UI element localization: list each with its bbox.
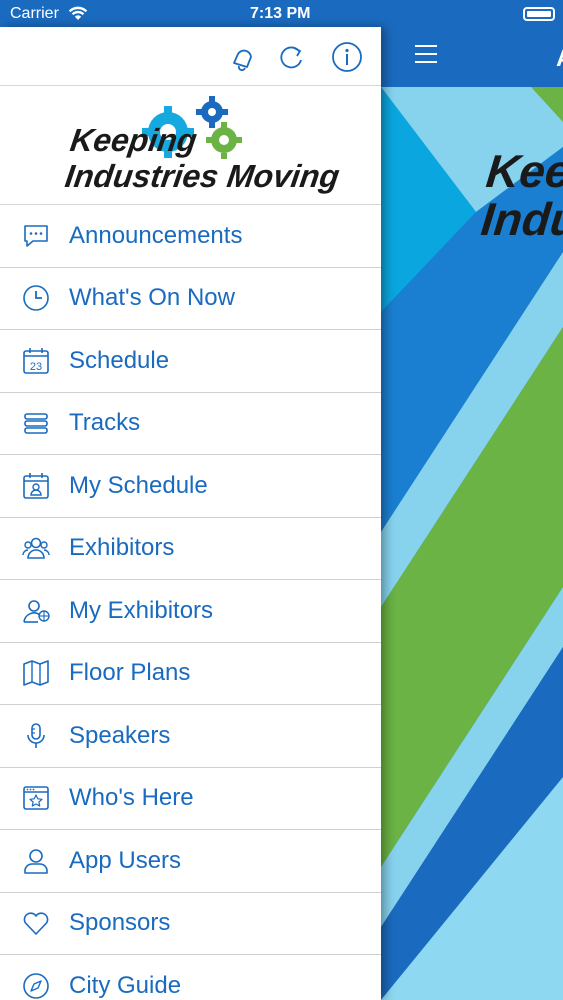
status-bar: Carrier 7:13 PM	[0, 0, 563, 27]
menu-item-label: What's On Now	[69, 284, 235, 312]
event-banner: Keep Indu	[381, 87, 563, 1000]
browser-star-icon	[19, 781, 53, 815]
banner-logo: Keep Indu	[478, 145, 563, 245]
info-icon[interactable]	[330, 40, 364, 74]
menu-item-label: My Exhibitors	[69, 596, 214, 624]
drawer-menu: Announcements What's On Now 23 Schedule …	[0, 205, 381, 1000]
menu-item-city-guide[interactable]: City Guide	[0, 955, 381, 1000]
microphone-icon	[19, 719, 53, 753]
menu-item-sponsors[interactable]: Sponsors	[0, 893, 381, 955]
side-drawer: Keeping Industries Moving Announcements …	[0, 27, 381, 1000]
menu-item-schedule[interactable]: 23 Schedule	[0, 330, 381, 393]
people-icon	[19, 531, 53, 565]
drawer-toolbar	[0, 27, 381, 86]
menu-item-whats-on-now[interactable]: What's On Now	[0, 268, 381, 330]
menu-item-announcements[interactable]: Announcements	[0, 205, 381, 268]
event-logo: Keeping Industries Moving	[0, 86, 381, 205]
map-icon	[19, 656, 53, 690]
menu-item-app-users[interactable]: App Users	[0, 830, 381, 893]
clock-icon	[19, 281, 53, 315]
menu-toggle-button[interactable]	[415, 45, 437, 63]
menu-item-label: App Users	[69, 846, 182, 874]
menu-item-label: Tracks	[69, 409, 141, 437]
menu-item-whos-here[interactable]: Who's Here	[0, 768, 381, 830]
menu-item-label: Exhibitors	[69, 534, 175, 562]
menu-item-label: Speakers	[69, 721, 171, 749]
user-icon	[19, 844, 53, 878]
menu-item-my-exhibitors[interactable]: My Exhibitors	[0, 580, 381, 643]
chat-icon	[19, 219, 53, 253]
compass-icon	[19, 969, 53, 1000]
menu-item-label: City Guide	[69, 971, 182, 999]
user-globe-icon	[19, 594, 53, 628]
notification-icon[interactable]	[225, 40, 259, 74]
wifi-icon	[68, 6, 88, 20]
menu-item-label: Announcements	[69, 221, 243, 249]
menu-item-floor-plans[interactable]: Floor Plans	[0, 643, 381, 705]
carrier-label: Carrier	[10, 5, 59, 22]
clock-time: 7:13 PM	[250, 5, 311, 22]
refresh-icon[interactable]	[275, 40, 309, 74]
menu-item-label: Sponsors	[69, 909, 171, 937]
battery-icon	[523, 7, 555, 21]
logo-text: Keeping Industries Moving	[62, 122, 342, 194]
menu-item-label: Who's Here	[69, 784, 194, 812]
calendar-icon: 23	[19, 344, 53, 378]
menu-item-label: My Schedule	[69, 471, 208, 499]
my-schedule-icon	[19, 469, 53, 503]
svg-text:23: 23	[30, 361, 42, 373]
stack-icon	[19, 406, 53, 440]
nav-title: A	[556, 45, 563, 73]
menu-item-exhibitors[interactable]: Exhibitors	[0, 518, 381, 580]
heart-icon	[19, 906, 53, 940]
menu-item-speakers[interactable]: Speakers	[0, 705, 381, 768]
menu-item-my-schedule[interactable]: My Schedule	[0, 455, 381, 518]
menu-item-label: Floor Plans	[69, 659, 191, 687]
menu-item-label: Schedule	[69, 346, 170, 374]
app-navbar: A	[381, 27, 563, 87]
menu-item-tracks[interactable]: Tracks	[0, 393, 381, 455]
